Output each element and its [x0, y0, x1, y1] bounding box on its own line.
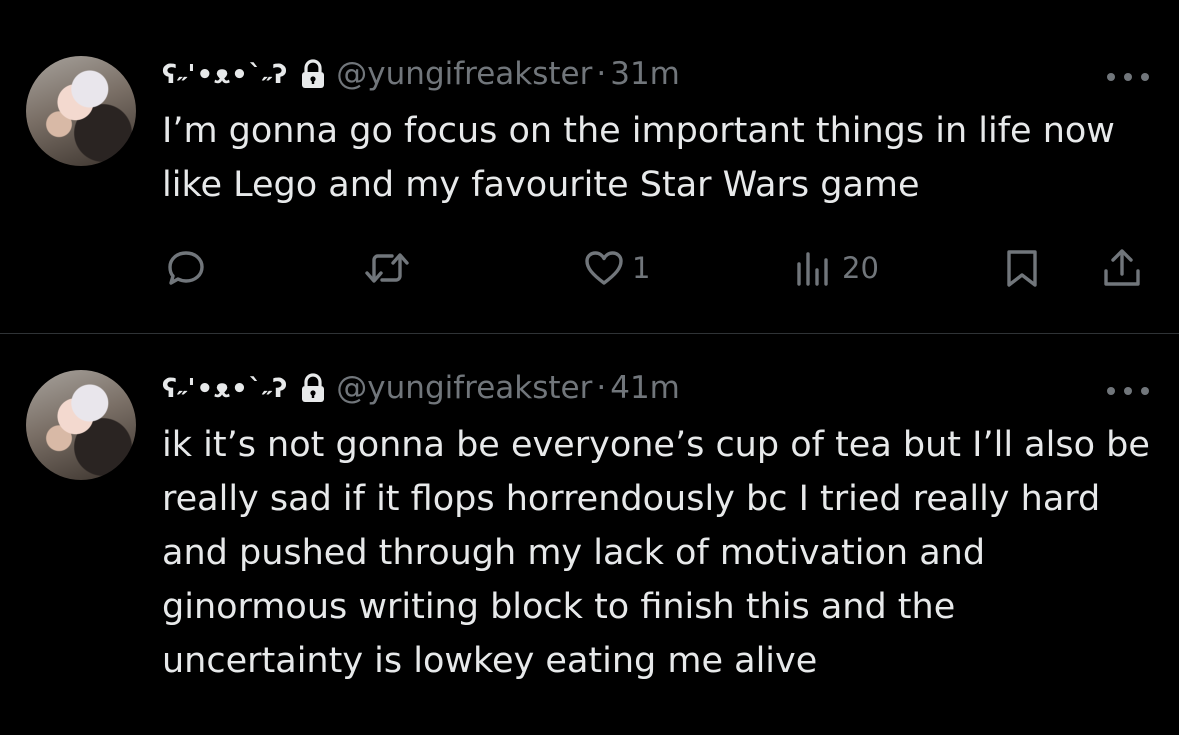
like-button[interactable]: 1	[582, 245, 650, 291]
retweet-icon	[362, 246, 412, 290]
bookmark-button[interactable]	[1000, 245, 1044, 291]
heart-icon	[582, 246, 626, 290]
avatar[interactable]	[26, 370, 136, 480]
views-icon	[792, 246, 836, 290]
timestamp[interactable]: 41m	[610, 370, 680, 406]
views-button[interactable]: 20	[792, 245, 879, 291]
tweet-actions: 1 20	[0, 245, 1179, 291]
views-count: 20	[842, 251, 879, 285]
separator-dot: ·	[596, 370, 607, 406]
share-icon	[1100, 246, 1144, 290]
lock-icon	[300, 373, 326, 403]
bookmark-icon	[1000, 246, 1044, 290]
user-handle[interactable]: @yungifreakster	[336, 370, 592, 406]
separator-dot: ·	[596, 56, 607, 92]
tweet-header: ʕ˶'•ᴥ•`˶ʔ @yungifreakster · 41m	[162, 367, 680, 409]
retweet-button[interactable]	[362, 245, 412, 291]
display-name[interactable]: ʕ˶'•ᴥ•`˶ʔ	[162, 59, 288, 90]
display-name[interactable]: ʕ˶'•ᴥ•`˶ʔ	[162, 373, 288, 404]
tweet-text: I’m gonna go focus on the important thin…	[162, 111, 1115, 205]
avatar[interactable]	[26, 56, 136, 166]
tweet-text: ik it’s not gonna be everyone’s cup of t…	[162, 425, 1150, 681]
user-handle[interactable]: @yungifreakster	[336, 56, 592, 92]
more-icon[interactable]	[1105, 382, 1151, 395]
more-icon[interactable]	[1105, 68, 1151, 81]
share-button[interactable]	[1100, 245, 1144, 291]
timestamp[interactable]: 31m	[610, 56, 680, 92]
tweet-header: ʕ˶'•ᴥ•`˶ʔ @yungifreakster · 31m	[162, 53, 680, 95]
tweet[interactable]: ʕ˶'•ᴥ•`˶ʔ @yungifreakster · 31m I’m gonn…	[0, 0, 1179, 334]
reply-button[interactable]	[164, 245, 208, 291]
like-count: 1	[632, 251, 651, 285]
tweet[interactable]: ʕ˶'•ᴥ•`˶ʔ @yungifreakster · 41m ik it’s …	[0, 334, 1179, 735]
lock-icon	[300, 59, 326, 89]
reply-icon	[164, 246, 208, 290]
